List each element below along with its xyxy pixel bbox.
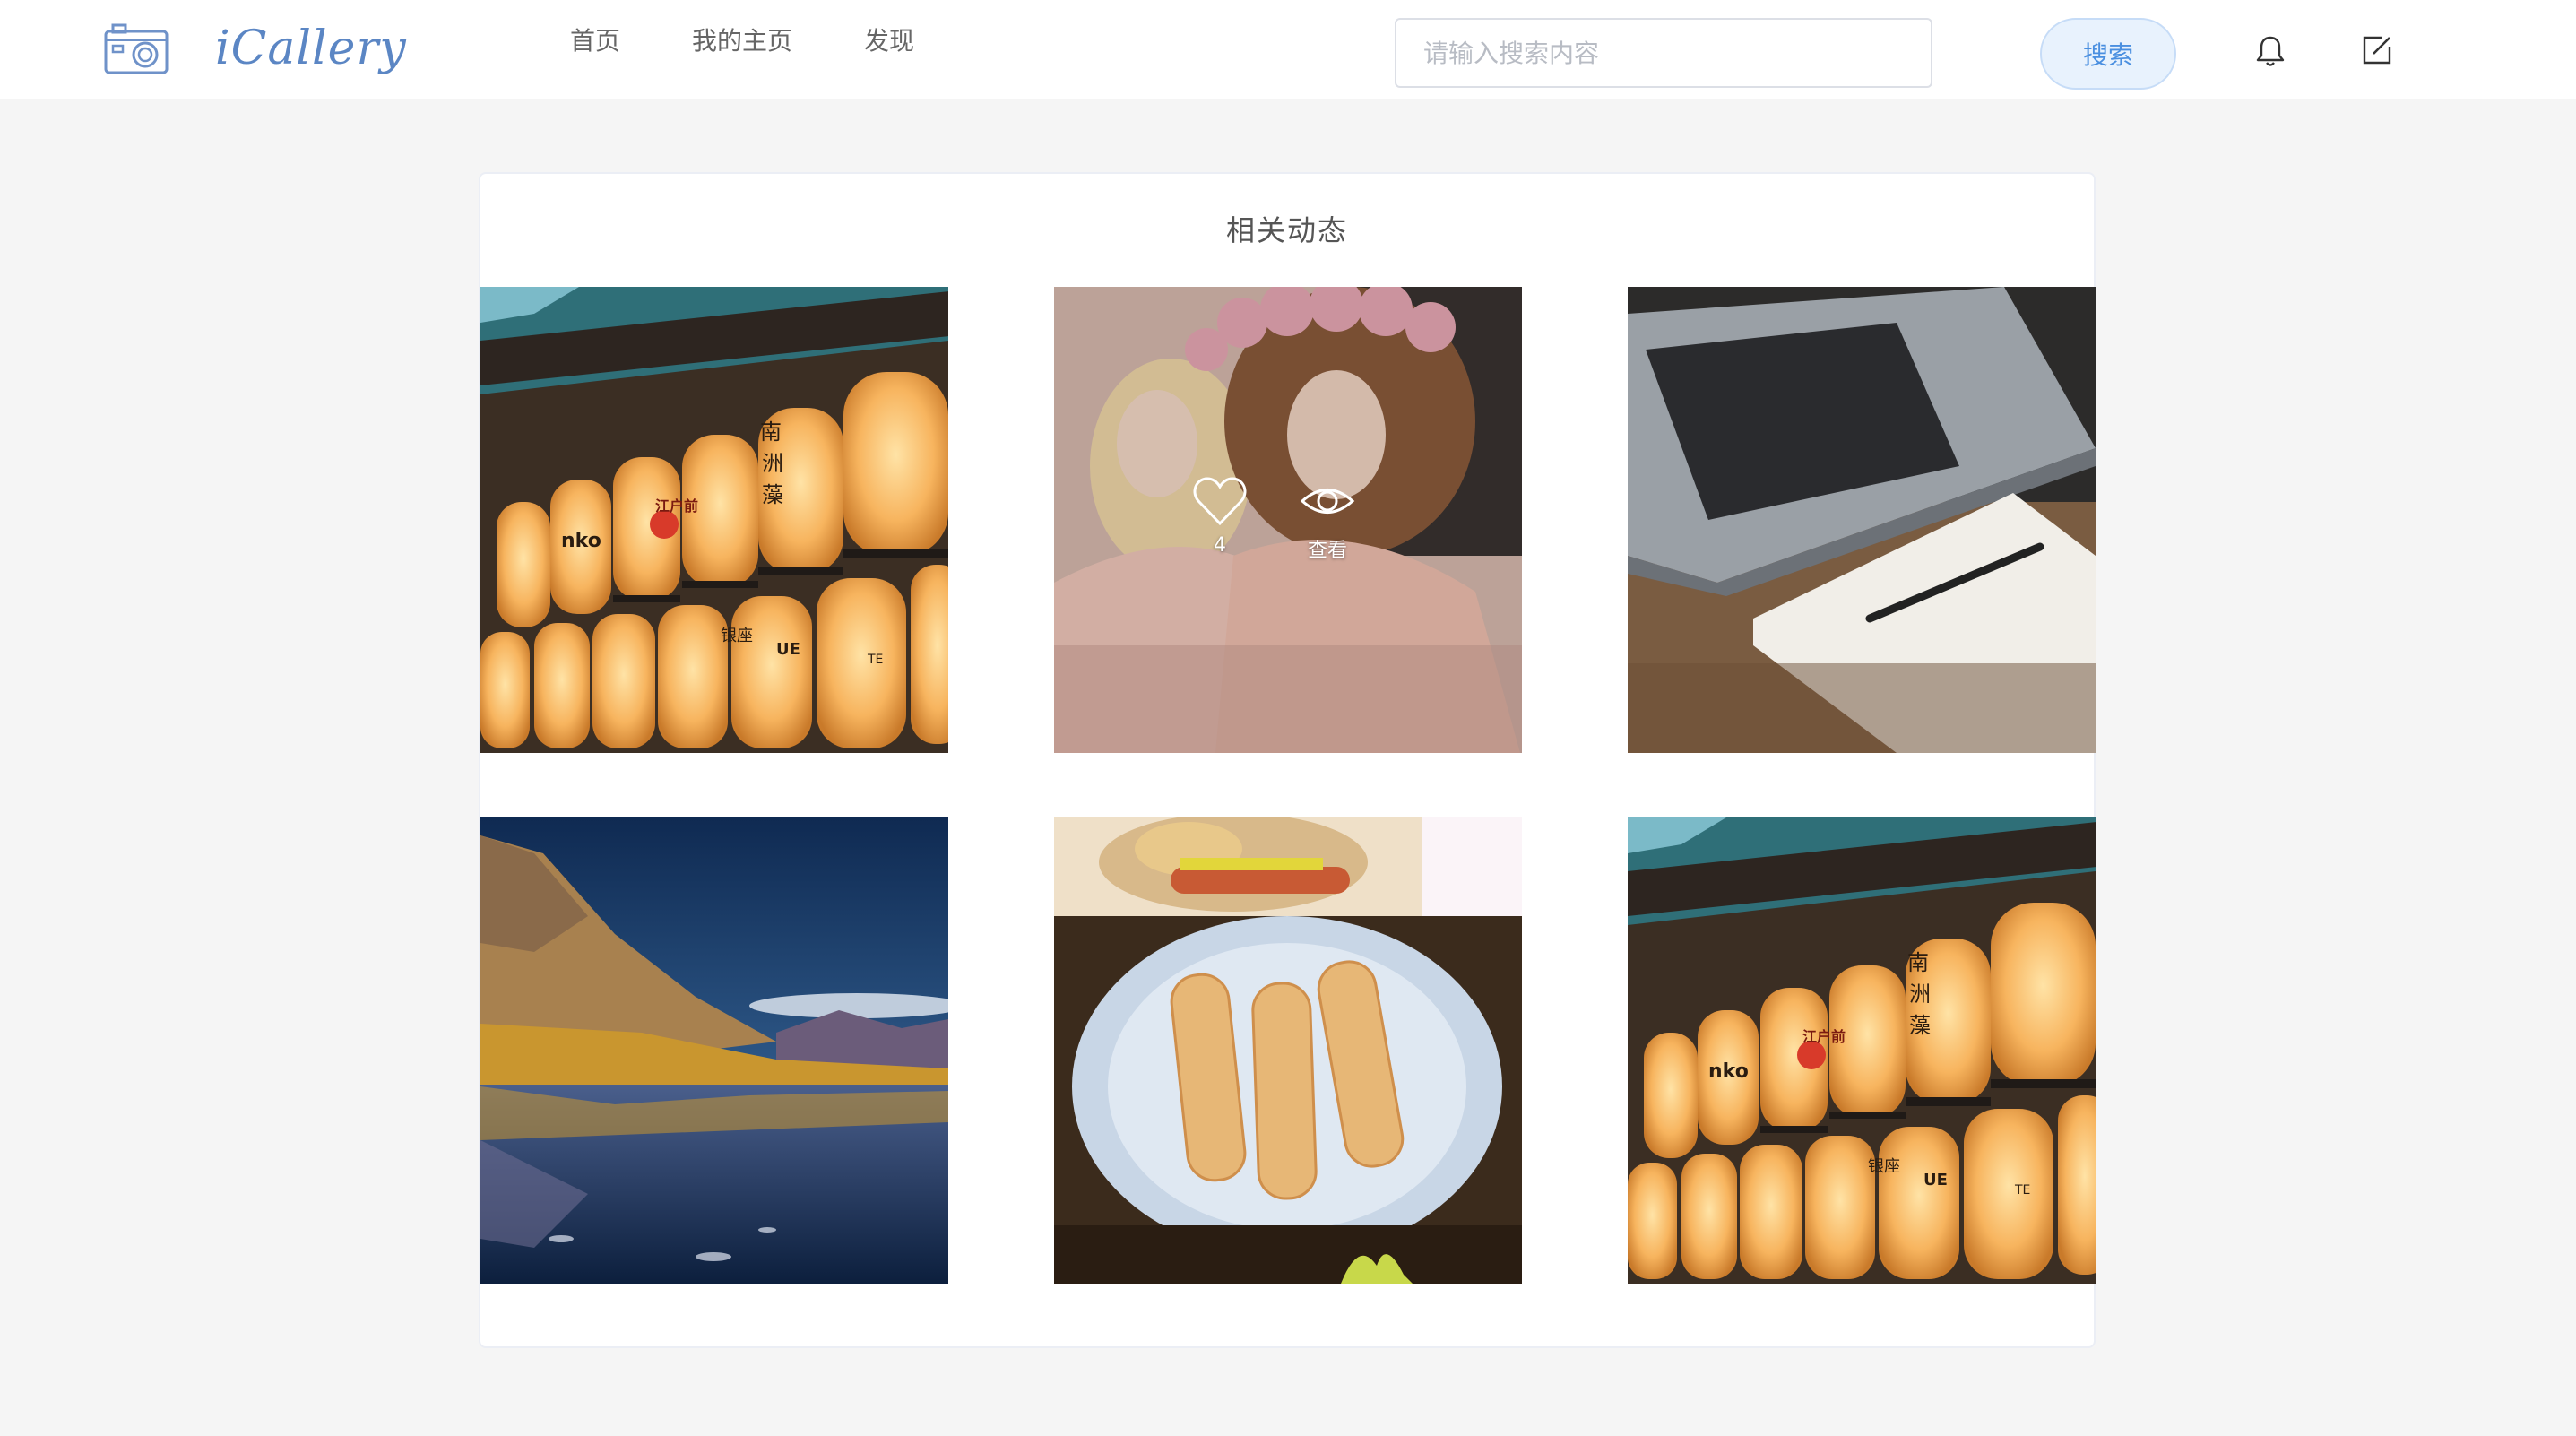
lantern-text: 南 (1907, 950, 1929, 975)
related-feed-card: 相关动态 江户前 nko 南 洲 藻 银座 UE TE 4 查看 江户前 nko… (479, 172, 2096, 1348)
lantern-text: nko (1708, 1060, 1749, 1083)
food-image (1054, 817, 1522, 1284)
lantern-text: 银座 (1868, 1157, 1900, 1176)
photo-food[interactable] (1054, 817, 1522, 1284)
nav-home[interactable]: 首页 (570, 16, 620, 66)
lantern-text: UE (776, 640, 800, 659)
heart-icon (1193, 477, 1247, 526)
lantern-text: UE (1923, 1171, 1948, 1189)
nav-discover[interactable]: 发现 (864, 16, 914, 66)
mountain-lake-image (480, 817, 948, 1284)
lantern-text: TE (867, 653, 883, 667)
photo-portrait[interactable]: 4 查看 (1054, 287, 1522, 753)
photo-mountain-lake[interactable] (480, 817, 948, 1284)
brand-logo[interactable]: iCallery (215, 13, 407, 84)
lantern-text: 藻 (762, 482, 783, 507)
bell-icon[interactable] (2253, 34, 2287, 68)
lantern-text: 洲 (1909, 982, 1931, 1007)
camera-logo-icon[interactable] (104, 22, 169, 74)
like-count: 4 (1214, 534, 1226, 557)
lantern-text: 银座 (721, 627, 753, 645)
search-input[interactable] (1395, 18, 1932, 88)
photo-laptop[interactable] (1628, 287, 2096, 753)
photo-lanterns[interactable]: 江户前 nko 南 洲 藻 银座 UE TE (1628, 817, 2096, 1284)
eye-icon (1300, 489, 1355, 514)
nav-my-homepage[interactable]: 我的主页 (692, 16, 792, 66)
search-button[interactable]: 搜索 (2040, 18, 2176, 90)
photo-lanterns[interactable]: 江户前 nko 南 洲 藻 银座 UE TE (480, 287, 948, 753)
lantern-text: 藻 (1909, 1013, 1931, 1038)
lanterns-image: 江户前 nko 南 洲 藻 银座 UE TE (1628, 817, 2096, 1284)
lantern-text: nko (561, 530, 601, 552)
top-navbar: iCallery 首页 我的主页 发现 搜索 (0, 0, 2576, 99)
lanterns-image: 江户前 nko 南 洲 藻 银座 UE TE (480, 287, 948, 753)
lantern-text: 江户前 (1802, 1028, 1846, 1045)
edit-icon[interactable] (2361, 34, 2393, 66)
photo-hover-overlay: 4 查看 (1054, 287, 1522, 753)
lantern-text: TE (2014, 1183, 2030, 1198)
view-label: 查看 (1307, 540, 1347, 562)
lantern-text: 江户前 (655, 497, 698, 515)
lantern-text: 洲 (762, 451, 783, 476)
section-title: 相关动态 (1225, 213, 1348, 247)
view-button[interactable]: 查看 (1292, 475, 1363, 563)
lantern-text: 南 (760, 420, 782, 445)
laptop-image (1628, 287, 2096, 753)
like-button[interactable]: 4 (1184, 475, 1256, 557)
